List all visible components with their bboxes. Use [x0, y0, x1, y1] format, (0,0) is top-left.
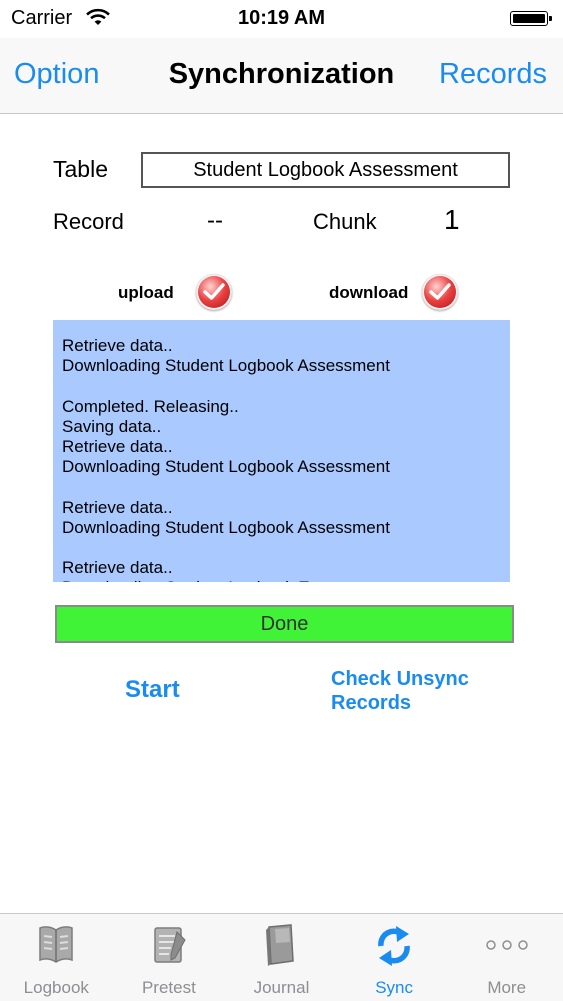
download-label: download	[329, 283, 409, 302]
upload-label: upload	[118, 283, 174, 302]
check-unsync-label-line1: Check Unsync	[331, 668, 469, 690]
log-line: Downloading Student Logbook Assessment	[62, 517, 390, 537]
tab-sync[interactable]: Sync	[338, 914, 451, 1001]
test-sheet-icon	[149, 922, 189, 971]
tab-label: Sync	[375, 978, 413, 997]
tab-label: Pretest	[141, 978, 196, 997]
tab-bar: Logbook Pretest Journal Sync More	[0, 913, 563, 1001]
record-label: Record	[53, 209, 124, 234]
check-unsync-records-button[interactable]: Check Unsync Records	[331, 667, 469, 715]
navigation-bar: Option Synchronization Records	[0, 38, 563, 114]
chunk-value: 1	[444, 204, 460, 235]
log-line: Retrieve data..	[62, 336, 173, 355]
battery-icon	[510, 11, 552, 26]
status-time: 10:19 AM	[237, 7, 326, 29]
records-button[interactable]: Records	[439, 58, 547, 91]
tab-label: Logbook	[23, 978, 89, 997]
log-line: Retrieve data..	[62, 558, 173, 578]
sync-icon	[373, 922, 415, 975]
record-value: --	[207, 207, 223, 234]
log-line: Retrieve data..	[62, 436, 173, 456]
checkmark-icon	[203, 283, 225, 300]
tab-pretest[interactable]: Pretest	[113, 914, 226, 1001]
tab-label: More	[487, 978, 527, 997]
check-unsync-label-line2: Records	[331, 692, 412, 714]
more-dots-icon	[485, 938, 529, 956]
start-button[interactable]: Start	[125, 676, 180, 704]
download-checkbox[interactable]	[422, 274, 458, 310]
log-line: Retrieve data..	[62, 497, 173, 517]
sync-log[interactable]: Retrieve data.. Downloading Student Logbo…	[53, 320, 510, 582]
tab-more[interactable]: More	[450, 914, 563, 1001]
tab-label: Journal	[253, 978, 310, 997]
chunk-label: Chunk	[313, 209, 377, 234]
table-label: Table	[53, 156, 108, 182]
tab-logbook[interactable]: Logbook	[0, 914, 113, 1001]
tab-journal[interactable]: Journal	[225, 914, 338, 1001]
log-line: Saving data..	[62, 416, 162, 436]
upload-checkbox[interactable]	[196, 274, 232, 310]
log-line: Downloading Student Logbook Entry	[62, 578, 501, 582]
book-icon	[36, 922, 76, 971]
journal-icon	[261, 922, 301, 973]
status-bar: Carrier 10:19 AM	[0, 0, 563, 38]
checkmark-icon	[429, 283, 451, 300]
log-line: Completed. Releasing..	[62, 396, 239, 416]
table-field[interactable]: Student Logbook Assessment	[141, 152, 510, 188]
log-line: Downloading Student Logbook Assessment	[62, 356, 390, 376]
progress-bar: Done	[55, 605, 514, 643]
log-line: Downloading Student Logbook Assessment	[62, 457, 390, 477]
